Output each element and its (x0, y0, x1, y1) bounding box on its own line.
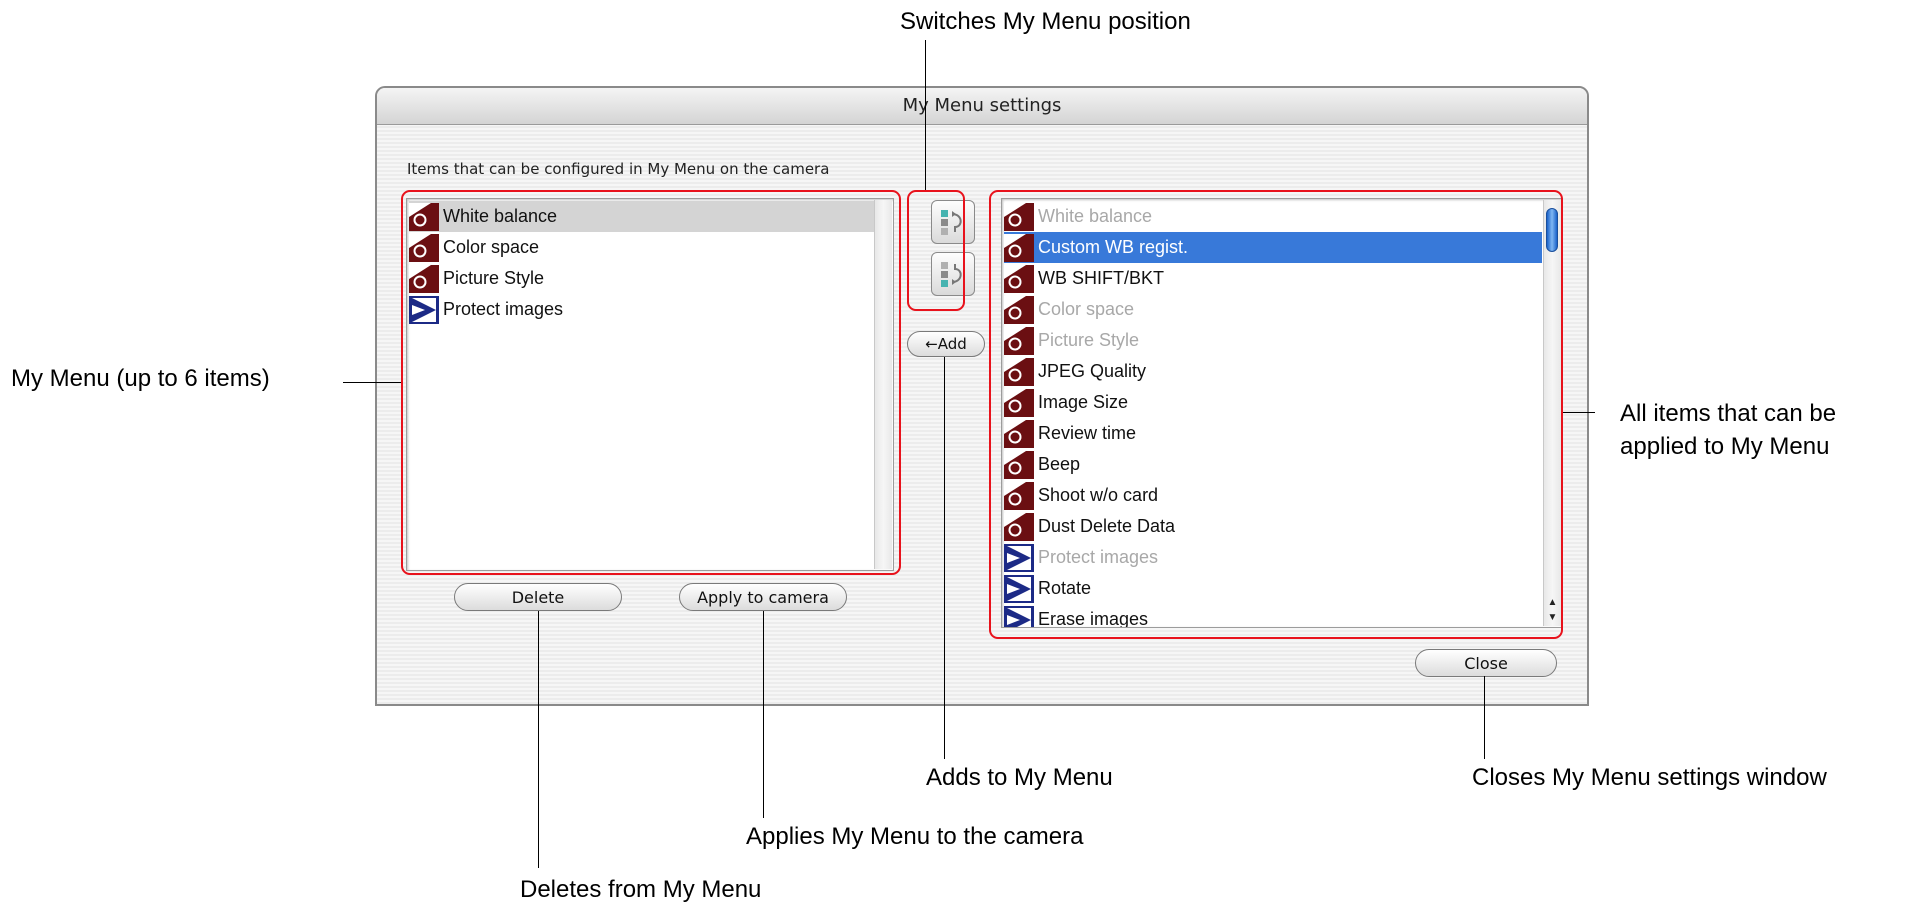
scroll-up-arrow-icon[interactable]: ▲ (1546, 596, 1559, 610)
list-item-label: Custom WB regist. (1038, 237, 1189, 257)
window-title-bar[interactable]: My Menu settings (377, 88, 1587, 125)
camera-shooting-icon (1004, 481, 1034, 510)
list-item[interactable]: White balance (409, 201, 875, 232)
playback-icon (409, 295, 439, 324)
list-item[interactable]: Custom WB regist. (1004, 232, 1542, 263)
list-item-label: Image Size (1038, 392, 1129, 412)
list-item[interactable]: White balance (1004, 201, 1542, 232)
camera-shooting-icon (1004, 388, 1034, 417)
list-item[interactable]: Image Size (1004, 387, 1542, 418)
camera-shooting-icon (409, 233, 439, 262)
list-item-label: Erase images (1038, 609, 1149, 628)
list-item-label: Protect images (443, 299, 564, 319)
move-up-button[interactable] (931, 200, 975, 244)
callout-my-menu: My Menu (up to 6 items) (11, 365, 270, 392)
window-title: My Menu settings (902, 95, 1062, 116)
list-item[interactable]: JPEG Quality (1004, 356, 1542, 387)
list-item[interactable]: Protect images (1004, 542, 1542, 573)
callout-deletes: Deletes from My Menu (520, 876, 762, 903)
callout-applies: Applies My Menu to the camera (746, 823, 1084, 850)
list-item-label: Rotate (1038, 578, 1092, 598)
camera-shooting-icon (409, 202, 439, 231)
list-item[interactable]: Review time (1004, 418, 1542, 449)
add-button[interactable]: ←Add (907, 331, 985, 357)
callout-line-my-menu (343, 382, 401, 383)
delete-button[interactable]: Delete (454, 583, 622, 611)
list-item-label: JPEG Quality (1038, 361, 1147, 381)
callout-line-adds (944, 357, 945, 759)
playback-icon (1004, 543, 1034, 572)
all-items-list[interactable]: White balance Custom WB regist. WB SHIFT/B… (1001, 198, 1563, 628)
list-item-label: Picture Style (443, 268, 545, 288)
camera-shooting-icon (1004, 202, 1034, 231)
list-item[interactable]: Picture Style (409, 263, 875, 294)
move-down-button[interactable] (931, 252, 975, 296)
callout-all-items-line2: applied to My Menu (1620, 433, 1830, 460)
callout-adds: Adds to My Menu (926, 764, 1113, 791)
list-item[interactable]: Picture Style (1004, 325, 1542, 356)
list-item[interactable]: Shoot w/o card (1004, 480, 1542, 511)
callout-line-applies (763, 611, 764, 818)
callout-line-deletes (538, 611, 539, 868)
list-item[interactable]: Protect images (409, 294, 875, 325)
camera-shooting-icon (1004, 326, 1034, 355)
list-item[interactable]: Erase images (1004, 604, 1542, 628)
camera-shooting-icon (1004, 264, 1034, 293)
list-item[interactable]: Color space (409, 232, 875, 263)
camera-shooting-icon (1004, 357, 1034, 386)
list-item-label: Picture Style (1038, 330, 1140, 350)
close-button[interactable]: Close (1415, 649, 1557, 677)
move-up-icon (941, 210, 962, 235)
callout-all-items-line1: All items that can be (1620, 400, 1837, 427)
list-item-label: Beep (1038, 454, 1081, 474)
callout-line-switch (925, 40, 926, 190)
callout-line-closes (1484, 676, 1485, 759)
all-items-scrollbar[interactable]: ▲ ▼ (1543, 200, 1561, 626)
list-item-label: Review time (1038, 423, 1137, 443)
camera-shooting-icon (1004, 512, 1034, 541)
list-item[interactable]: WB SHIFT/BKT (1004, 263, 1542, 294)
callout-switch-position: Switches My Menu position (900, 8, 1191, 35)
move-down-icon (941, 262, 962, 287)
list-item-label: Shoot w/o card (1038, 485, 1159, 505)
camera-shooting-icon (409, 264, 439, 293)
list-item-label: White balance (443, 206, 558, 226)
section-label: Items that can be configured in My Menu … (407, 160, 830, 178)
list-item[interactable]: Rotate (1004, 573, 1542, 604)
my-menu-settings-window: My Menu settings Items that can be confi… (375, 86, 1589, 706)
scroll-down-arrow-icon[interactable]: ▼ (1546, 611, 1559, 625)
list-item-label: White balance (1038, 206, 1153, 226)
list-item-label: Protect images (1038, 547, 1159, 567)
list-item[interactable]: Dust Delete Data (1004, 511, 1542, 542)
playback-icon (1004, 605, 1034, 627)
camera-shooting-icon (1004, 450, 1034, 479)
list-item-label: Dust Delete Data (1038, 516, 1176, 536)
list-item[interactable]: Beep (1004, 449, 1542, 480)
list-item-label: Color space (1038, 299, 1135, 319)
list-item-label: Color space (443, 237, 540, 257)
list-item[interactable]: Color space (1004, 294, 1542, 325)
camera-shooting-icon (1004, 295, 1034, 324)
my-menu-list[interactable]: White balance Color space Picture Style Pro… (406, 198, 894, 571)
my-menu-scrollbar[interactable] (874, 200, 892, 569)
apply-to-camera-button[interactable]: Apply to camera (679, 583, 847, 611)
camera-shooting-icon (1004, 233, 1034, 262)
playback-icon (1004, 574, 1034, 603)
scrollbar-thumb[interactable] (1546, 208, 1558, 252)
callout-closes: Closes My Menu settings window (1472, 764, 1827, 791)
camera-shooting-icon (1004, 419, 1034, 448)
callout-line-all-items (1563, 412, 1595, 413)
list-item-label: WB SHIFT/BKT (1038, 268, 1164, 288)
